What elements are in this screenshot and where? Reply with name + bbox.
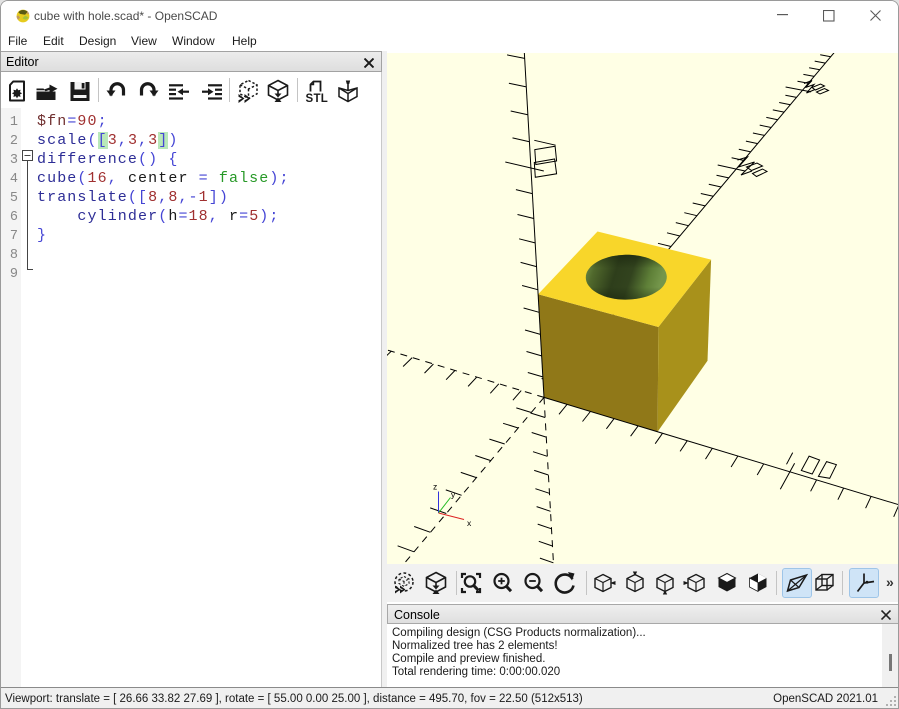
svg-text:STL: STL — [306, 93, 329, 104]
svg-text:z: z — [433, 482, 437, 492]
